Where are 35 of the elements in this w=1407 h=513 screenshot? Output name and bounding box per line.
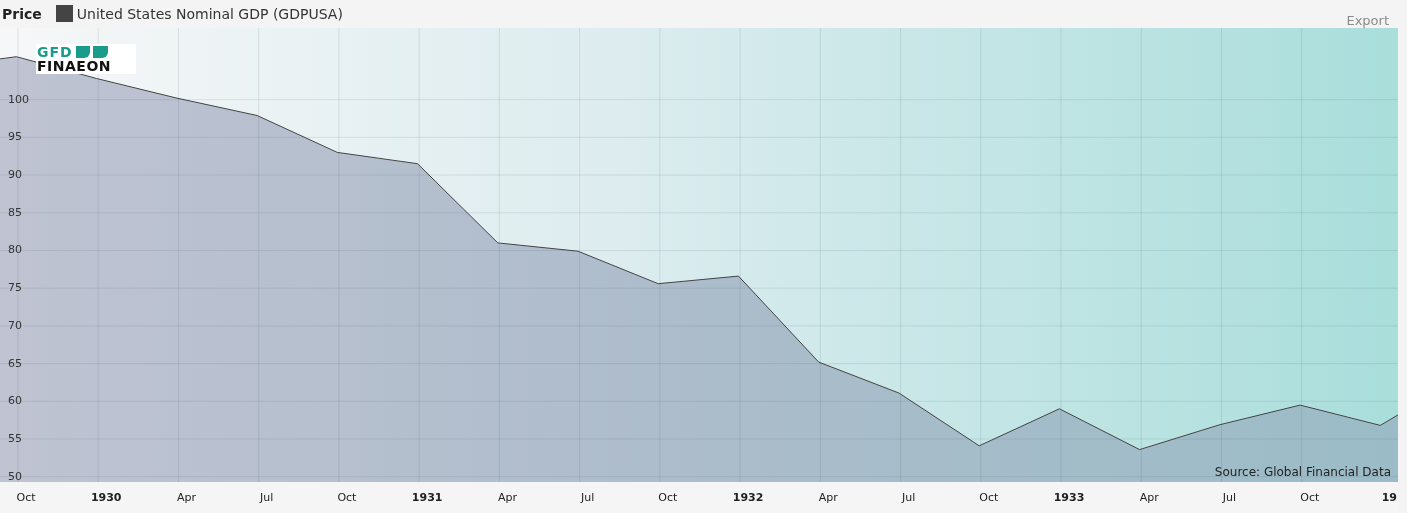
chart-label: Price	[2, 5, 42, 22]
axis-label: 60	[8, 394, 22, 408]
axis-label: Oct	[1300, 491, 1320, 504]
axis-label: Apr	[176, 491, 196, 504]
axis-label: 90	[8, 168, 22, 182]
axis-label: Oct	[979, 491, 999, 504]
axis-label: Jul	[1222, 491, 1237, 504]
axis-label: 95	[8, 130, 22, 144]
axis-label: 80	[8, 243, 22, 257]
axis-label: 1930	[90, 491, 122, 504]
axis-label: Jul	[260, 491, 274, 504]
axis-label: 1931	[411, 491, 443, 504]
axis-label: 1933	[1053, 491, 1085, 504]
axis-label: 50	[8, 469, 22, 483]
axis-label: Jul	[901, 491, 916, 504]
axis-label: 19	[1381, 491, 1397, 504]
axis-label: 70	[8, 318, 22, 332]
axis-label: 1932	[732, 491, 764, 504]
logo: GFD FINAEON	[36, 44, 136, 74]
axis-label: 65	[8, 356, 22, 370]
axis-label: Oct	[658, 491, 678, 504]
axis-label: Apr	[1139, 491, 1159, 504]
legend-swatch[interactable]	[55, 5, 73, 22]
axis-label: 85	[8, 205, 22, 219]
axis-label: Apr	[497, 491, 517, 504]
axis-label: 75	[8, 281, 22, 295]
leaf-icon	[74, 45, 109, 58]
axis-label: Apr	[818, 491, 838, 504]
axis-label: Oct	[337, 491, 357, 504]
axis-label: 100	[8, 92, 29, 106]
axis-label: Jul	[581, 491, 595, 504]
source-note: Source: Global Financial Data	[1214, 465, 1391, 479]
legend-item[interactable]: United States Nominal GDP (GDPUSA)	[76, 5, 343, 22]
axis-label: 55	[8, 432, 22, 445]
axis-label: Oct	[16, 491, 36, 504]
